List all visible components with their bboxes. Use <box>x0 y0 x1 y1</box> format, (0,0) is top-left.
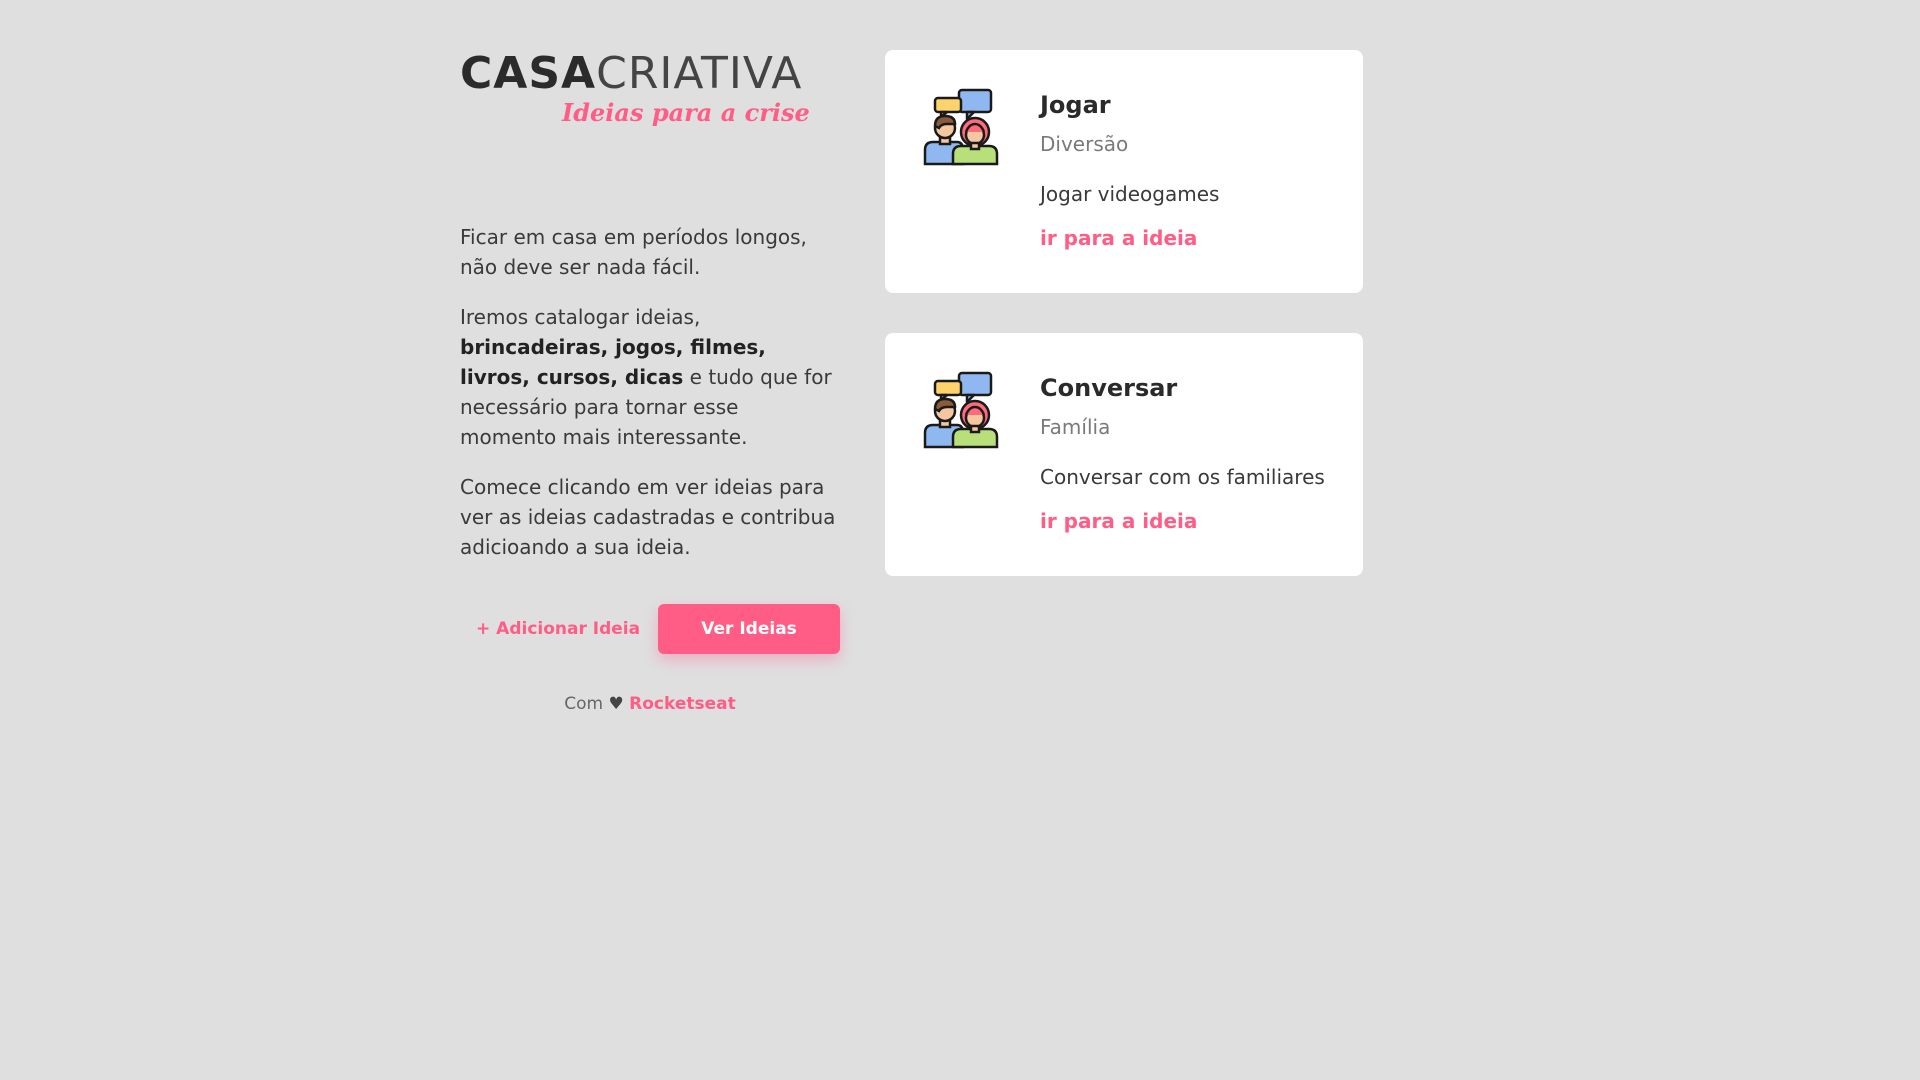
idea-category: Família <box>1040 415 1111 439</box>
logo-wordmark: CASACRIATIVA <box>460 48 830 100</box>
intro-text: Ficar em casa em períodos longos, não de… <box>460 222 840 562</box>
idea-title: Jogar <box>1040 91 1111 119</box>
footer-brand-link[interactable]: Rocketseat <box>629 694 736 714</box>
idea-link[interactable]: ir para a ideia <box>1040 509 1197 533</box>
actions: + Adicionar Ideia Ver Ideias <box>460 604 840 654</box>
intro-paragraph-1: Ficar em casa em períodos longos, não de… <box>460 225 807 279</box>
add-idea-link[interactable]: + Adicionar Ideia <box>476 619 640 639</box>
footer: Com ♥ Rocketseat <box>460 694 840 714</box>
idea-card: Conversar Família Conversar com os famil… <box>885 333 1363 576</box>
idea-category: Diversão <box>1040 132 1129 156</box>
idea-description: Conversar com os familiares <box>1040 465 1325 489</box>
logo-tagline: Ideias para a crise <box>562 98 810 127</box>
idea-card-body: Conversar Família Conversar com os famil… <box>1040 371 1350 533</box>
people-chat-icon <box>923 88 1001 166</box>
view-ideas-button[interactable]: Ver Ideias <box>658 604 840 654</box>
heart-icon: ♥ <box>608 694 624 714</box>
intro-column: CASACRIATIVA Ideias para a crise Ficar e… <box>460 48 840 714</box>
intro-p2-start: Iremos catalogar ideias, <box>460 305 701 329</box>
logo: CASACRIATIVA Ideias para a crise <box>460 48 830 134</box>
idea-link[interactable]: ir para a ideia <box>1040 226 1197 250</box>
people-chat-icon <box>923 371 1001 449</box>
footer-prefix: Com <box>564 694 604 714</box>
idea-card-body: Jogar Diversão Jogar videogames ir para … <box>1040 88 1350 250</box>
intro-paragraph-3: Comece clicando em ver ideias para ver a… <box>460 475 836 559</box>
idea-card: Jogar Diversão Jogar videogames ir para … <box>885 50 1363 293</box>
idea-description: Jogar videogames <box>1040 182 1220 206</box>
page: CASACRIATIVA Ideias para a crise Ficar e… <box>0 0 1920 1080</box>
logo-criativa: CRIATIVA <box>596 48 803 99</box>
logo-casa: CASA <box>460 48 597 99</box>
intro-paragraph-2: Iremos catalogar ideias, brincadeiras, j… <box>460 302 840 452</box>
idea-title: Conversar <box>1040 374 1178 402</box>
